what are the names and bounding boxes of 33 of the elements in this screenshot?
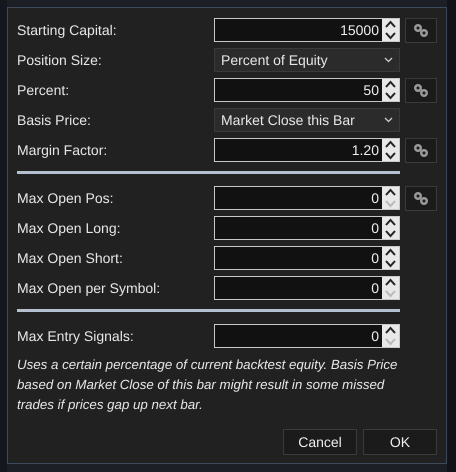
number-field[interactable]: 0 (214, 246, 400, 270)
number-field[interactable]: 1.20 (214, 138, 400, 162)
number-field[interactable]: 0 (214, 324, 400, 348)
description-text: Uses a certain percentage of current backtest equity. Basis Price based on Market Close of this bar might result in some missed trades if prices gap up next bar. (17, 356, 398, 414)
settings-button[interactable] (405, 18, 437, 42)
dropdown[interactable]: Market Close this Bar (214, 108, 400, 132)
dropdown[interactable]: Percent of Equity (214, 48, 400, 72)
field-label: Max Open per Symbol: (17, 280, 162, 296)
dialog-button[interactable]: OK (363, 429, 437, 455)
gears-icon (412, 190, 430, 206)
field-label: Margin Factor: (17, 142, 108, 158)
number-field[interactable]: 15000 (214, 18, 400, 42)
field-label: Max Entry Signals: (17, 328, 135, 344)
dialog-button[interactable]: Cancel (283, 429, 357, 455)
settings-button[interactable] (405, 138, 437, 162)
chevron-down-icon (384, 117, 393, 123)
number-field[interactable]: 0 (214, 276, 400, 300)
field-label: Basis Price: (17, 112, 92, 128)
field-label: Max Open Pos: (17, 190, 114, 206)
settings-button[interactable] (405, 186, 437, 210)
gears-icon (412, 82, 430, 98)
number-field[interactable]: 0 (214, 186, 400, 210)
gears-icon (412, 22, 430, 38)
field-label: Position Size: (17, 52, 103, 68)
gears-icon (412, 142, 430, 158)
number-field[interactable]: 50 (214, 78, 400, 102)
field-label: Max Open Short: (17, 250, 124, 266)
field-label: Percent: (17, 82, 70, 98)
field-label: Starting Capital: (17, 22, 118, 38)
number-field[interactable]: 0 (214, 216, 400, 240)
chevron-down-icon (384, 57, 393, 63)
field-label: Max Open Long: (17, 220, 122, 236)
settings-button[interactable] (405, 78, 437, 102)
